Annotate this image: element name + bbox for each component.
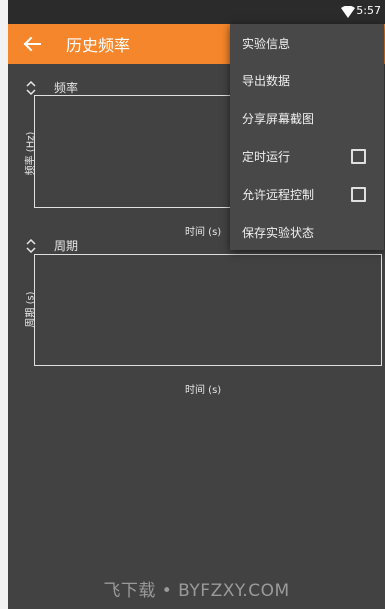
plot-area[interactable] xyxy=(34,254,382,366)
menu-item-label: 分享屏幕截图 xyxy=(242,112,315,126)
y-axis-label: 频率 (Hz) xyxy=(25,131,37,176)
y-axis-label: 周期 (s) xyxy=(25,291,37,328)
page-title: 历史频率 xyxy=(66,36,131,55)
menu-item-label: 保存实验状态 xyxy=(242,226,315,240)
menu-item-label: 定时运行 xyxy=(242,150,291,164)
arrow-left-icon[interactable] xyxy=(20,32,44,56)
x-axis-label: 时间 (s) xyxy=(185,385,222,396)
menu-item-allow-remote-control[interactable]: 允许远程控制 xyxy=(230,175,384,212)
x-axis-label: 时间 (s) xyxy=(185,227,222,238)
watermark: 飞下载 • BYFZXY.COM xyxy=(103,581,290,601)
menu-item-export-data[interactable]: 导出数据 xyxy=(230,61,384,98)
menu-item-label: 实验信息 xyxy=(242,37,291,51)
timed-run-checkbox[interactable] xyxy=(351,149,366,164)
status-bar: 5:57 xyxy=(8,0,385,24)
menu-item-label: 允许远程控制 xyxy=(242,188,315,202)
app-screen: 5:57 历史频率 频率 频率 (Hz) 时间 (s) 周期 周期 (s) 时间… xyxy=(8,0,385,609)
wifi-icon xyxy=(341,6,355,18)
menu-item-label: 导出数据 xyxy=(242,74,291,88)
overflow-menu: 实验信息 导出数据 分享屏幕截图 定时运行 允许远程控制 保存实验状态 xyxy=(230,24,384,250)
menu-item-save-state[interactable]: 保存实验状态 xyxy=(230,213,384,250)
unfold-icon[interactable] xyxy=(26,81,36,95)
status-time: 5:57 xyxy=(356,4,381,17)
chart-title: 周期 xyxy=(54,239,79,253)
menu-item-share-screenshot[interactable]: 分享屏幕截图 xyxy=(230,99,384,136)
chart-title: 频率 xyxy=(54,81,79,95)
menu-item-experiment-info[interactable]: 实验信息 xyxy=(230,24,384,61)
menu-item-timed-run[interactable]: 定时运行 xyxy=(230,137,384,174)
remote-control-checkbox[interactable] xyxy=(351,187,366,202)
unfold-icon[interactable] xyxy=(26,239,36,253)
